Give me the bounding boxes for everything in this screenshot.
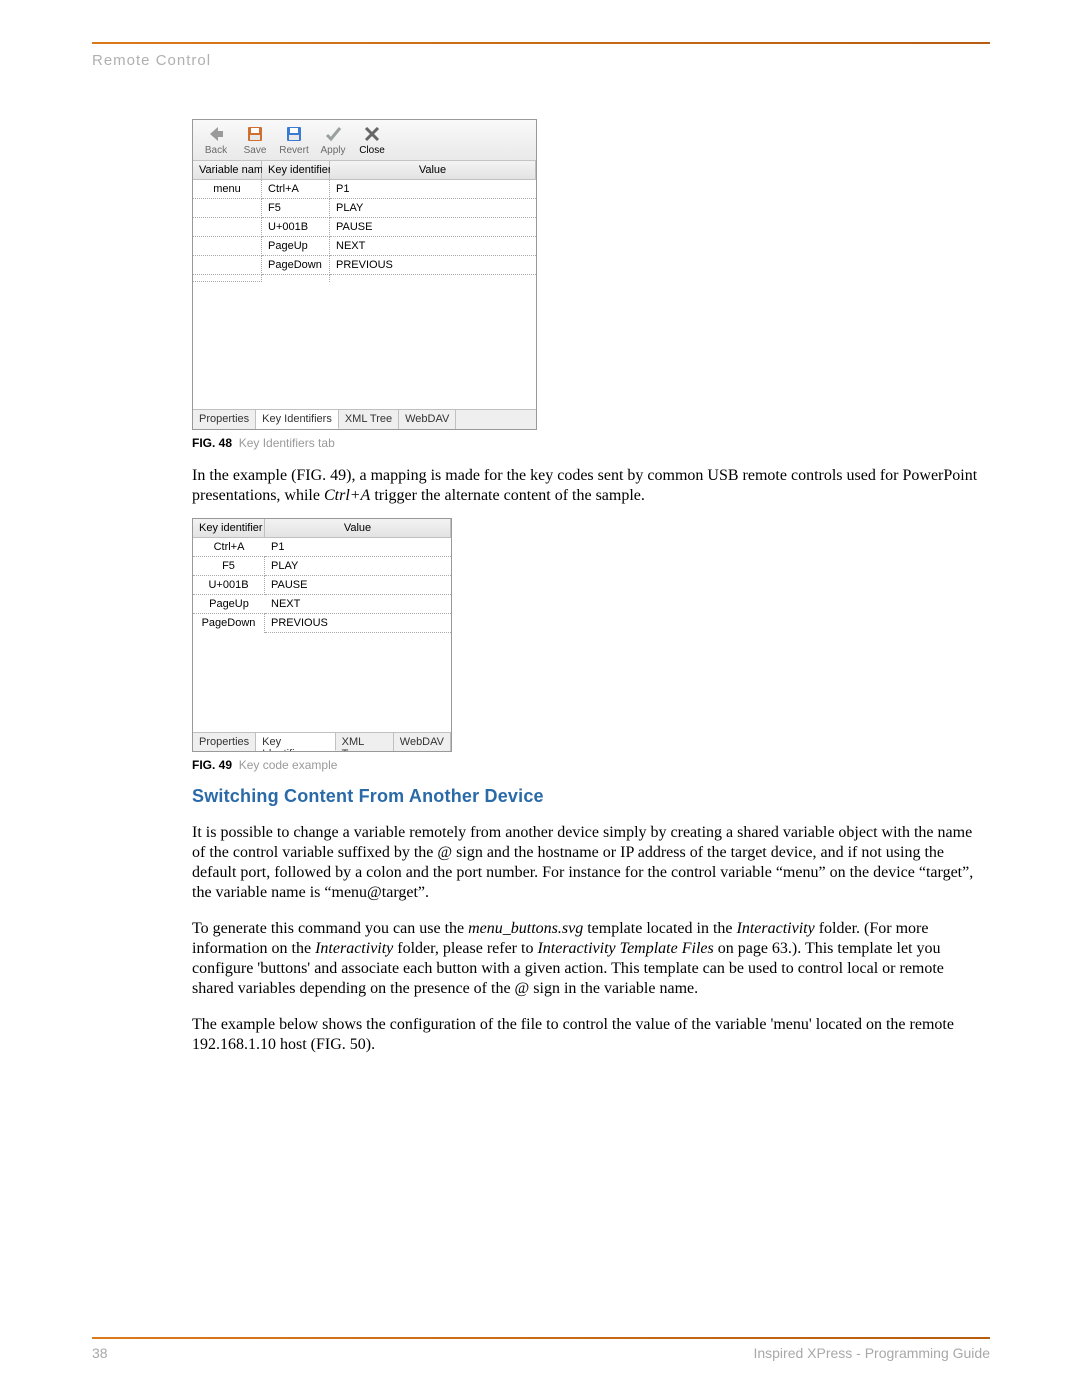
top-rule xyxy=(92,42,990,44)
fig49-col-key-identifier[interactable]: Key identifier xyxy=(193,519,265,538)
tab-webdav[interactable]: WebDAV xyxy=(394,733,451,751)
section-title: Remote Control xyxy=(92,52,990,69)
revert-button[interactable]: Revert xyxy=(279,125,309,156)
cell[interactable]: PageDown xyxy=(193,614,265,633)
tab-properties[interactable]: Properties xyxy=(193,410,256,429)
close-label: Close xyxy=(359,145,385,156)
text: To generate this command you can use the xyxy=(192,920,468,937)
tab-xml-tree[interactable]: XML Tree xyxy=(336,733,394,751)
cell[interactable] xyxy=(193,218,262,237)
save-floppy-icon xyxy=(246,125,264,143)
fig48-label: FIG. 48 xyxy=(192,436,232,450)
cell[interactable]: PageUp xyxy=(262,237,330,256)
page-footer: 38 Inspired XPress - Programming Guide xyxy=(92,1337,990,1361)
tab-xml-tree[interactable]: XML Tree xyxy=(339,410,399,429)
text: folder, please refer to xyxy=(393,940,537,957)
save-button[interactable]: Save xyxy=(240,125,270,156)
save-label: Save xyxy=(244,145,267,156)
text: template located in the xyxy=(583,920,736,937)
cell[interactable]: Ctrl+A xyxy=(193,538,265,557)
close-x-icon xyxy=(363,125,381,143)
cell[interactable] xyxy=(193,275,262,282)
fig49-caption: FIG. 49 Key code example xyxy=(192,758,986,772)
cell[interactable]: U+001B xyxy=(262,218,330,237)
apply-button[interactable]: Apply xyxy=(318,125,348,156)
revert-floppy-icon xyxy=(285,125,303,143)
para-1: In the example (FIG. 49), a mapping is m… xyxy=(192,466,986,506)
cell[interactable]: P1 xyxy=(330,180,536,199)
back-arrow-icon xyxy=(207,125,225,143)
cell[interactable] xyxy=(330,275,536,282)
revert-label: Revert xyxy=(279,145,308,156)
text: menu_buttons.svg xyxy=(468,920,583,937)
cell[interactable]: F5 xyxy=(193,557,265,576)
para-2: It is possible to change a variable remo… xyxy=(192,823,986,903)
cell[interactable]: U+001B xyxy=(193,576,265,595)
cell[interactable] xyxy=(193,237,262,256)
close-button[interactable]: Close xyxy=(357,125,387,156)
cell[interactable]: Ctrl+A xyxy=(262,180,330,199)
cell[interactable]: NEXT xyxy=(330,237,536,256)
fig49-grid: Key identifier Value Ctrl+A P1 F5 PLAY U… xyxy=(193,519,451,732)
cell[interactable]: PREVIOUS xyxy=(265,614,451,633)
fig48-col-variable-name[interactable]: Variable name xyxy=(193,161,262,180)
tab-webdav[interactable]: WebDAV xyxy=(399,410,456,429)
fig49-caption-text: Key code example xyxy=(239,758,338,772)
fig48-col-value[interactable]: Value xyxy=(330,161,536,180)
fig48-grid: Variable name Key identifier Value menu … xyxy=(193,161,536,409)
fig49-bottom-tabs: Properties Key Identifiers XML Tree WebD… xyxy=(193,732,451,751)
cell[interactable]: PAUSE xyxy=(330,218,536,237)
cell[interactable]: PLAY xyxy=(265,557,451,576)
text: Interactivity xyxy=(737,920,815,937)
apply-label: Apply xyxy=(320,145,345,156)
fig49-label: FIG. 49 xyxy=(192,758,232,772)
cell[interactable]: F5 xyxy=(262,199,330,218)
cell[interactable]: PLAY xyxy=(330,199,536,218)
back-button[interactable]: Back xyxy=(201,125,231,156)
text: trigger the alternate content of the sam… xyxy=(370,487,645,504)
cell[interactable]: P1 xyxy=(265,538,451,557)
book-title: Inspired XPress - Programming Guide xyxy=(753,1345,990,1361)
fig48-caption: FIG. 48 Key Identifiers tab xyxy=(192,436,986,450)
tab-key-identifiers[interactable]: Key Identifiers xyxy=(256,733,336,751)
page-number: 38 xyxy=(92,1345,108,1361)
subheading: Switching Content From Another Device xyxy=(192,786,986,807)
text: Interactivity xyxy=(315,940,393,957)
para-4: The example below shows the configuratio… xyxy=(192,1015,986,1055)
cell[interactable] xyxy=(193,256,262,275)
fig49-col-value[interactable]: Value xyxy=(265,519,451,538)
cell[interactable]: PREVIOUS xyxy=(330,256,536,275)
fig49-window: Key identifier Value Ctrl+A P1 F5 PLAY U… xyxy=(192,518,452,752)
back-label: Back xyxy=(205,145,227,156)
fig48-toolbar: Back Save Revert xyxy=(193,120,536,161)
cell[interactable]: menu xyxy=(193,180,262,199)
bottom-rule xyxy=(92,1337,990,1339)
cell[interactable]: PAUSE xyxy=(265,576,451,595)
apply-check-icon xyxy=(324,125,342,143)
tab-key-identifiers[interactable]: Key Identifiers xyxy=(256,410,339,429)
cell[interactable]: PageUp xyxy=(193,595,265,614)
fig48-col-key-identifier[interactable]: Key identifier xyxy=(262,161,330,180)
fig48-window: Back Save Revert xyxy=(192,119,537,430)
para-3: To generate this command you can use the… xyxy=(192,919,986,999)
cell[interactable] xyxy=(262,275,330,282)
fig48-caption-text: Key Identifiers tab xyxy=(239,436,335,450)
tab-properties[interactable]: Properties xyxy=(193,733,256,751)
text: Interactivity Template Files xyxy=(537,940,717,957)
cell[interactable]: PageDown xyxy=(262,256,330,275)
text: Ctrl+A xyxy=(324,487,370,504)
cell[interactable]: NEXT xyxy=(265,595,451,614)
fig48-bottom-tabs: Properties Key Identifiers XML Tree WebD… xyxy=(193,409,536,429)
cell[interactable] xyxy=(193,199,262,218)
